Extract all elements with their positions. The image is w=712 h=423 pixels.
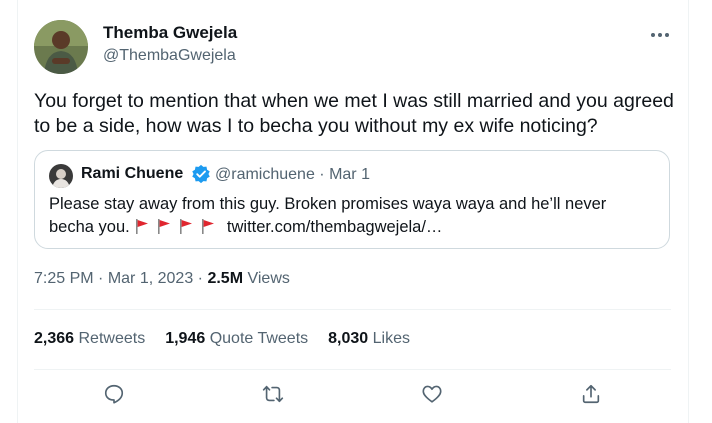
- quoted-tweet[interactable]: Rami Chuene @ramichuene · Mar 1 Please s…: [34, 150, 670, 249]
- quoted-author-handle[interactable]: @ramichuene: [215, 166, 315, 183]
- red-flag-icons: [134, 218, 227, 236]
- quotes-label: Quote Tweets: [209, 330, 309, 347]
- quoted-link[interactable]: twitter.com/thembagwejela/…: [227, 218, 443, 236]
- reply-icon[interactable]: [103, 383, 129, 409]
- heart-icon[interactable]: [421, 383, 447, 409]
- views-count: 2.5M: [207, 270, 244, 287]
- retweets-stat[interactable]: 2,366 Retweets: [34, 330, 145, 348]
- quoted-date[interactable]: Mar 1: [329, 166, 370, 183]
- tweet-meta: 7:25 PM · Mar 1, 2023 · 2.5M Views: [34, 270, 290, 288]
- action-bar: [0, 383, 712, 411]
- author-handle[interactable]: @ThembaGwejela: [103, 47, 236, 65]
- tweet-stats: 2,366 Retweets 1,946 Quote Tweets 8,030 …: [34, 330, 410, 348]
- quoted-avatar[interactable]: [49, 164, 73, 188]
- separator-dot: ·: [197, 270, 208, 287]
- retweets-label: Retweets: [78, 330, 146, 347]
- separator-dot: ·: [319, 166, 330, 183]
- quoted-handle-date: @ramichuene · Mar 1: [215, 166, 370, 184]
- more-icon[interactable]: [648, 28, 672, 40]
- red-flag-icon: [158, 219, 171, 234]
- quoted-text: Please stay away from this guy. Broken p…: [49, 193, 649, 239]
- retweets-count: 2,366: [34, 330, 75, 347]
- verified-badge-icon: [191, 164, 211, 184]
- red-flag-icon: [202, 219, 215, 234]
- likes-count: 8,030: [328, 330, 369, 347]
- share-icon[interactable]: [580, 383, 606, 409]
- likes-stat[interactable]: 8,030 Likes: [328, 330, 410, 348]
- separator-dot: ·: [98, 270, 108, 287]
- quote-tweets-stat[interactable]: 1,946 Quote Tweets: [165, 330, 308, 348]
- red-flag-icon: [136, 219, 149, 234]
- retweet-icon[interactable]: [262, 383, 288, 409]
- quoted-author-name[interactable]: Rami Chuene: [81, 165, 183, 183]
- author-name[interactable]: Themba Gwejela: [103, 23, 237, 43]
- divider: [34, 309, 671, 310]
- tweet-text: You forget to mention that when we met I…: [34, 90, 674, 137]
- divider: [34, 369, 671, 370]
- tweet-time[interactable]: 7:25 PM: [34, 270, 94, 287]
- likes-label: Likes: [372, 330, 410, 347]
- views-label: Views: [247, 270, 290, 287]
- author-avatar[interactable]: [34, 20, 88, 74]
- red-flag-icon: [180, 219, 193, 234]
- quotes-count: 1,946: [165, 330, 206, 347]
- tweet-date[interactable]: Mar 1, 2023: [108, 270, 193, 287]
